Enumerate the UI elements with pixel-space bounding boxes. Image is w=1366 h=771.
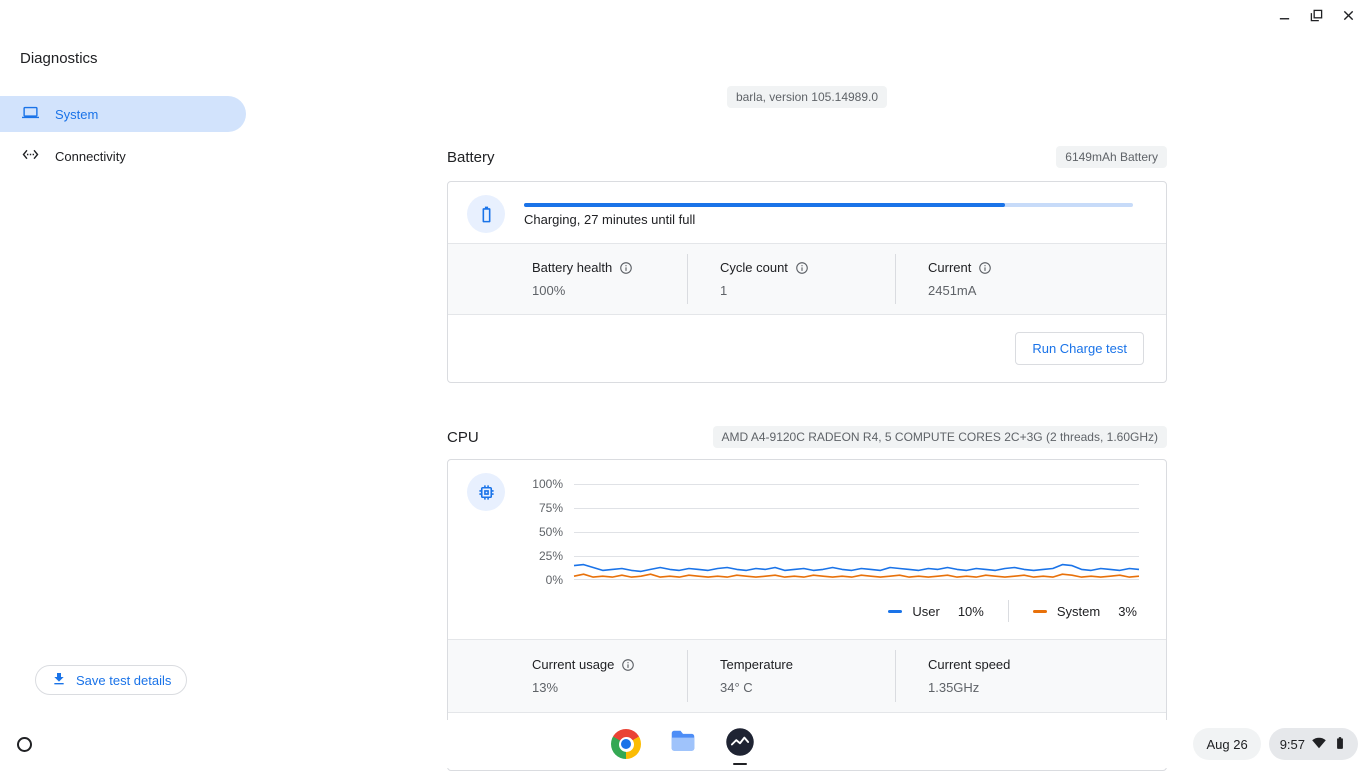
info-icon[interactable] [619,261,633,275]
close-button[interactable] [1332,4,1364,30]
sidebar-item-label: System [55,107,98,122]
cpu-stats-row: Current usage 13% Temperature 34° C Curr… [448,640,1166,712]
legend-value: 10% [958,604,984,619]
window-controls [1268,4,1364,30]
stat-label: Temperature [720,657,793,672]
shelf-app-files[interactable] [668,720,698,768]
files-folder-icon [668,727,698,762]
battery-progress-bar [524,203,1133,207]
battery-status-icon [1333,736,1347,753]
cpu-chart-series [574,484,1139,580]
shelf-app-diagnostics[interactable] [725,720,755,768]
status-tray-button[interactable]: 9:57 [1269,728,1358,760]
stat-value: 2451mA [928,283,1166,298]
shelf-app-chrome[interactable] [611,720,641,768]
stat-label: Current [928,260,971,275]
charge-status-text: Charging, 27 minutes until full [524,212,695,227]
active-app-indicator [733,763,747,765]
stat-label: Current usage [532,657,614,672]
stat-cycle-count: Cycle count 1 [688,244,895,314]
shelf-time: 9:57 [1280,737,1305,752]
stat-current: Current 2451mA [896,244,1166,314]
shelf-date-button[interactable]: Aug 26 [1193,728,1260,760]
shelf-apps [611,720,755,768]
stat-battery-health: Battery health 100% [532,244,687,314]
stat-current-usage: Current usage 13% [532,640,687,712]
stat-value: 1 [720,283,895,298]
user-series-swatch [888,610,902,613]
stat-label: Cycle count [720,260,788,275]
battery-section-title: Battery [447,149,495,166]
save-test-details-button[interactable]: Save test details [35,665,187,695]
battery-stats-row: Battery health 100% Cycle count 1 Curren… [448,244,1166,314]
sidebar-item-system[interactable]: System [0,96,246,132]
shelf-status-area: Aug 26 9:57 [1193,728,1358,760]
stat-label: Current speed [928,657,1010,672]
minimize-button[interactable] [1268,4,1300,30]
battery-icon [467,195,505,233]
divider [1008,600,1009,622]
diagnostics-app-icon [725,727,755,762]
divider [448,712,1166,713]
laptop-icon [22,104,39,124]
stat-value: 34° C [720,680,895,695]
main-content: barla, version 105.14989.0 Battery 6149m… [447,0,1167,768]
battery-section-header: Battery 6149mAh Battery [447,146,1167,168]
system-series-swatch [1033,610,1047,613]
sidebar-item-label: Connectivity [55,149,126,164]
launcher-button[interactable] [6,726,42,762]
code-icon [22,146,39,166]
launcher-icon [17,737,32,752]
sidebar: System Connectivity [0,96,246,180]
battery-progress-fill [524,203,1005,207]
cpu-chart-legend: User 10% System 3% [888,600,1137,622]
legend-label: User [912,604,939,619]
chrome-icon [611,729,641,759]
shelf: Aug 26 9:57 [0,720,1366,768]
legend-label: System [1057,604,1100,619]
stat-label: Battery health [532,260,612,275]
minimize-icon [1278,9,1291,25]
cpu-chart-y-axis: 100% 75% 50% 25% 0% [448,460,563,590]
restore-button[interactable] [1300,4,1332,30]
stat-value: 13% [532,680,687,695]
page-title: Diagnostics [20,50,98,67]
close-icon [1342,9,1355,25]
run-charge-test-button[interactable]: Run Charge test [1015,332,1144,365]
y-tick: 50% [539,525,563,539]
wifi-icon [1312,736,1326,753]
battery-card: Charging, 27 minutes until full Battery … [447,181,1167,383]
cpu-section-header: CPU AMD A4-9120C RADEON R4, 5 COMPUTE CO… [447,426,1167,448]
battery-badge: 6149mAh Battery [1056,146,1167,168]
stat-value: 1.35GHz [928,680,1166,695]
sidebar-item-connectivity[interactable]: Connectivity [0,138,246,174]
cpu-badge: AMD A4-9120C RADEON R4, 5 COMPUTE CORES … [713,426,1167,448]
legend-value: 3% [1118,604,1137,619]
info-icon[interactable] [621,658,635,672]
y-tick: 0% [546,573,563,587]
info-icon[interactable] [795,261,809,275]
restore-icon [1310,9,1323,25]
info-icon[interactable] [978,261,992,275]
shelf-date: Aug 26 [1206,737,1247,752]
y-tick: 75% [539,501,563,515]
stat-value: 100% [532,283,687,298]
save-test-details-label: Save test details [76,673,171,688]
cpu-usage-chart [574,484,1139,580]
stat-temperature: Temperature 34° C [688,640,895,712]
y-tick: 25% [539,549,563,563]
stat-current-speed: Current speed 1.35GHz [896,640,1166,712]
download-icon [51,671,67,690]
y-tick: 100% [532,477,563,491]
version-badge: barla, version 105.14989.0 [727,86,887,108]
cpu-section-title: CPU [447,429,479,446]
